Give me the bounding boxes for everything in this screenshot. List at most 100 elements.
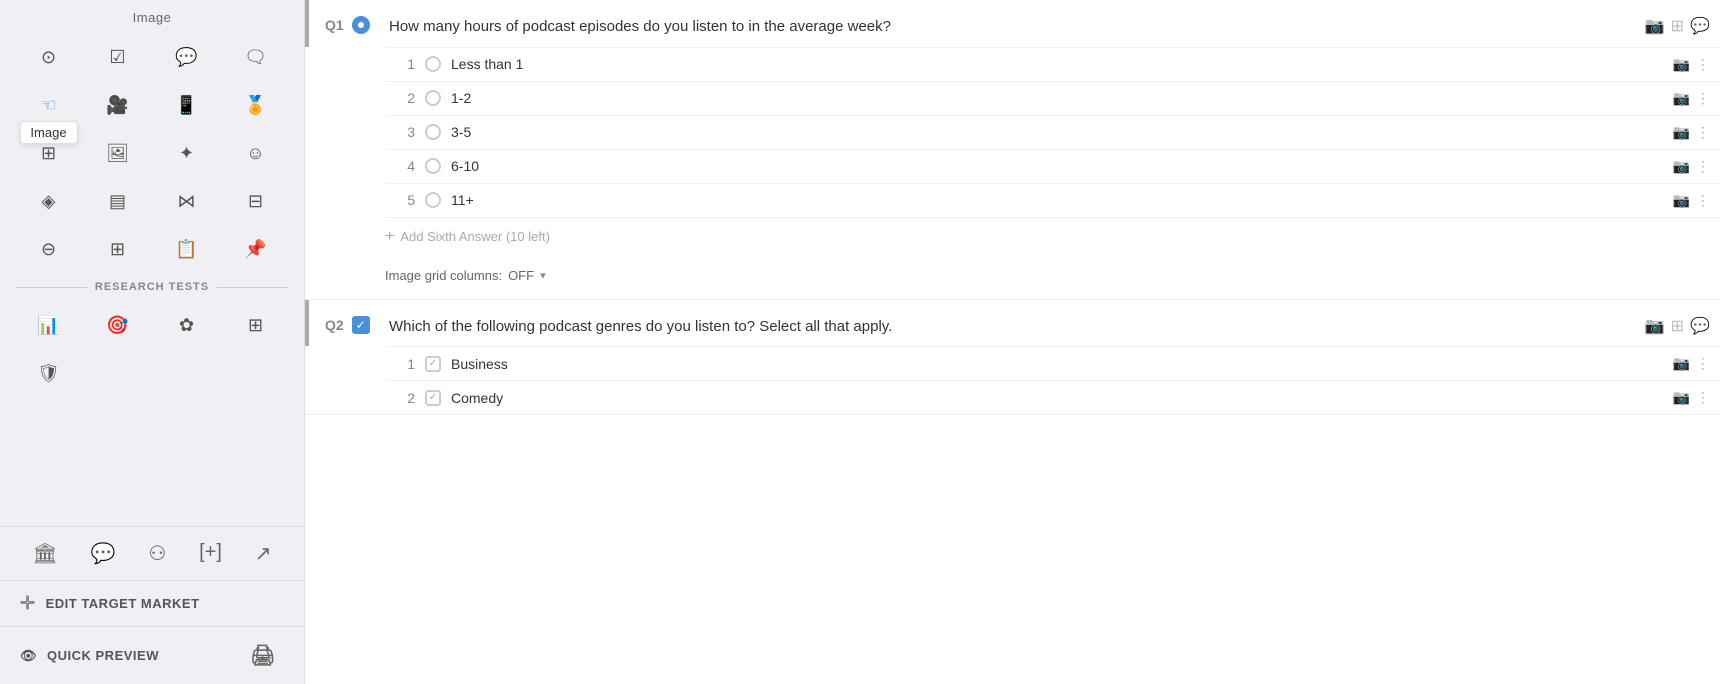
clipboard-icon[interactable]: 📋 — [154, 227, 219, 271]
speech-dots-icon[interactable]: 💬 — [154, 35, 219, 79]
quick-preview-button[interactable]: 👁 QUICK PREVIEW 🖨 — [0, 626, 304, 684]
q1-answer-1: 1 Less than 1 📷 ⋮ — [385, 47, 1720, 81]
bar-chart-icon[interactable]: 📊 — [16, 303, 81, 347]
q2-speech-icon[interactable]: 💬 — [1690, 316, 1710, 336]
q1-camera-icon[interactable]: 📷 — [1645, 16, 1665, 36]
q1-answer-3: 3 3-5 📷 ⋮ — [385, 115, 1720, 149]
ans-dots-icon[interactable]: ⋮ — [1696, 192, 1710, 209]
hand-icon[interactable]: ☜ Image — [16, 83, 81, 127]
ans-text: Comedy — [451, 390, 1663, 406]
quick-preview-label: QUICK PREVIEW — [47, 648, 159, 663]
q1-grid-icon[interactable]: ⊞ — [1671, 16, 1684, 36]
flower-icon[interactable]: ✿ — [154, 303, 219, 347]
q2-answer-2: 2 ✓ Comedy 📷 ⋮ — [385, 380, 1720, 414]
grid-plus-icon[interactable]: ⊞ — [85, 227, 150, 271]
research-icon-grid: 📊 🎯 ✿ ⊞ 🛡 — [0, 299, 304, 399]
strikethrough-icon[interactable]: ⊟ — [223, 179, 288, 223]
ans-dots-icon[interactable]: ⋮ — [1696, 124, 1710, 141]
ans-camera-icon[interactable]: 📷 — [1673, 355, 1690, 372]
q1-speech-icon[interactable]: 💬 — [1690, 16, 1710, 36]
image-grid-label: Image grid columns: — [385, 268, 502, 283]
add-plus-icon: + — [385, 228, 394, 246]
ans-camera-icon[interactable]: 📷 — [1673, 192, 1690, 209]
radio-icon[interactable]: ⊙ — [16, 35, 81, 79]
edit-target-market-button[interactable]: ✛ EDIT TARGET MARKET — [0, 580, 304, 626]
ans-checkbox-icon: ✓ — [425, 356, 441, 372]
research-tests-label: RESEARCH TESTS — [95, 281, 209, 293]
ans-dots-icon[interactable]: ⋮ — [1696, 90, 1710, 107]
image-grid-row: Image grid columns: OFF ▾ — [385, 256, 1720, 299]
eye-icon: 👁 — [20, 648, 37, 664]
q2-type-checkbox-icon: ✓ — [352, 316, 370, 334]
ans-radio-icon — [425, 124, 441, 140]
ans-text: 6-10 — [451, 158, 1663, 174]
mobile-icon[interactable]: 📱 — [154, 83, 219, 127]
ans-camera-icon[interactable]: 📷 — [1673, 90, 1690, 107]
print-icon[interactable]: 🖨 — [242, 639, 284, 672]
image-frame-icon[interactable]: 🖼 — [85, 131, 150, 175]
q2-grid-icon[interactable]: ⊞ — [1671, 316, 1684, 336]
q2-answer-1: 1 ✓ Business 📷 ⋮ — [385, 346, 1720, 380]
bowtie-icon[interactable]: ⋈ — [154, 179, 219, 223]
q2-text: Which of the following podcast genres do… — [389, 316, 1635, 339]
q2-number-area: Q2 ✓ — [309, 316, 389, 334]
bank-icon[interactable]: 🏛 — [24, 537, 65, 570]
ans-actions: 📷 ⋮ — [1673, 355, 1710, 372]
ans-camera-icon[interactable]: 📷 — [1673, 389, 1690, 406]
share-icon[interactable]: ↗ — [247, 537, 280, 570]
smiley-icon[interactable]: ☺ — [223, 131, 288, 175]
q1-text: How many hours of podcast episodes do yo… — [389, 16, 1635, 39]
q1-answer-4: 4 6-10 📷 ⋮ — [385, 149, 1720, 183]
list-icon[interactable]: ▤ — [85, 179, 150, 223]
ans-num: 3 — [385, 124, 415, 140]
star-icon[interactable]: ✦ — [154, 131, 219, 175]
q1-number-area: Q1 — [309, 16, 389, 34]
bracket-plus-icon[interactable]: [+] — [191, 537, 230, 570]
q1-type-radio-icon — [352, 16, 370, 34]
ans-num: 2 — [385, 390, 415, 406]
subtract-circle-icon[interactable]: ⊖ — [16, 227, 81, 271]
ans-camera-icon[interactable]: 📷 — [1673, 124, 1690, 141]
question-header-q2: Q2 ✓ Which of the following podcast genr… — [305, 300, 1720, 347]
speech-lines-icon[interactable]: 🗨 — [223, 35, 288, 79]
dropdown-arrow-icon[interactable]: ▾ — [540, 269, 546, 282]
bottom-bar: 🏛 💬 ⚇ [+] ↗ ✛ EDIT TARGET MARKET 👁 QUICK… — [0, 526, 304, 684]
ans-actions: 📷 ⋮ — [1673, 389, 1710, 406]
diamond-icon[interactable]: ◈ — [16, 179, 81, 223]
ans-actions: 📷 ⋮ — [1673, 56, 1710, 73]
ans-dots-icon[interactable]: ⋮ — [1696, 389, 1710, 406]
ans-num: 4 — [385, 158, 415, 174]
usb-icon[interactable]: ⚇ — [140, 537, 174, 570]
crosshair-icon: ✛ — [20, 593, 36, 614]
ans-radio-icon — [425, 90, 441, 106]
question-header-q1: Q1 How many hours of podcast episodes do… — [305, 0, 1720, 47]
sidebar-title: Image — [0, 0, 304, 31]
shield-icon[interactable]: 🛡 — [16, 351, 81, 395]
add-answer-row[interactable]: + Add Sixth Answer (10 left) — [385, 217, 1720, 256]
sidebar: Image ⊙ ☑ 💬 🗨 ☜ Image 🎥 📱 🏅 ⊞ 🖼 ✦ ☺ ◈ ▤ … — [0, 0, 305, 684]
ans-radio-icon — [425, 56, 441, 72]
checkbox-icon[interactable]: ☑ — [85, 35, 150, 79]
ans-text: 11+ — [451, 192, 1663, 208]
ans-num: 1 — [385, 356, 415, 372]
ans-camera-icon[interactable]: 📷 — [1673, 158, 1690, 175]
award-icon[interactable]: 🏅 — [223, 83, 288, 127]
target-icon[interactable]: 🎯 — [85, 303, 150, 347]
ans-text: 1-2 — [451, 90, 1663, 106]
ans-num: 5 — [385, 192, 415, 208]
ans-dots-icon[interactable]: ⋮ — [1696, 56, 1710, 73]
question-block-q1: Q1 How many hours of podcast episodes do… — [305, 0, 1720, 300]
pin-icon[interactable]: 📌 — [223, 227, 288, 271]
q1-answer-5: 5 11+ 📷 ⋮ — [385, 183, 1720, 217]
ans-dots-icon[interactable]: ⋮ — [1696, 355, 1710, 372]
ans-dots-icon[interactable]: ⋮ — [1696, 158, 1710, 175]
chat-bubbles-icon[interactable]: 💬 — [83, 537, 124, 570]
ans-camera-icon[interactable]: 📷 — [1673, 56, 1690, 73]
table-icon[interactable]: ⊞ — [223, 303, 288, 347]
ans-num: 1 — [385, 56, 415, 72]
tooltip: Image — [19, 121, 77, 144]
q2-camera-icon[interactable]: 📷 — [1645, 316, 1665, 336]
question-block-q2: Q2 ✓ Which of the following podcast genr… — [305, 300, 1720, 416]
q1-actions: 📷 ⊞ 💬 — [1635, 16, 1720, 36]
video-camera-icon[interactable]: 🎥 — [85, 83, 150, 127]
